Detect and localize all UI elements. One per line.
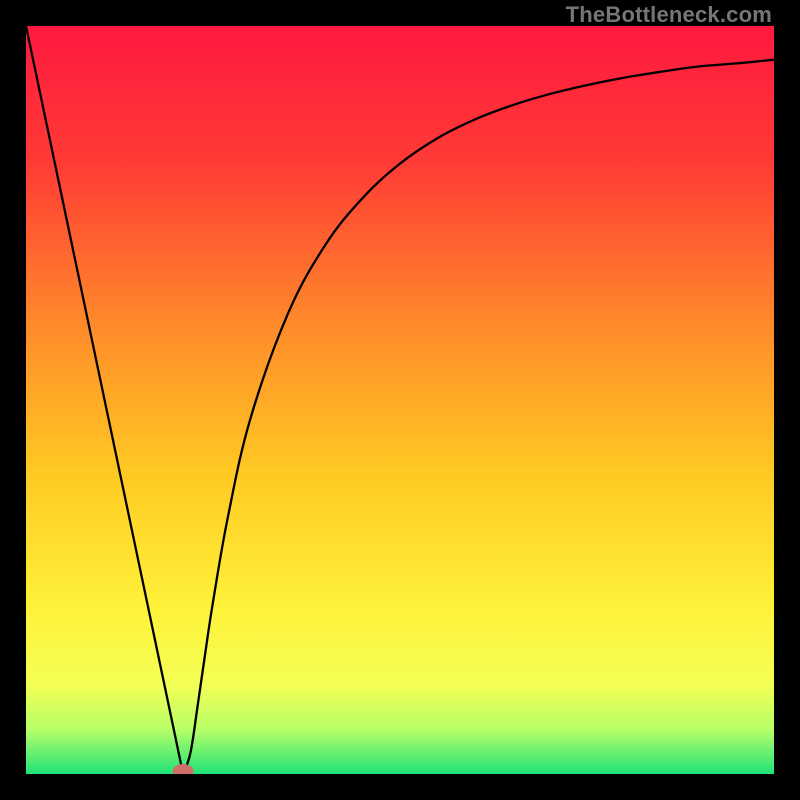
plot-frame: [26, 26, 774, 774]
watermark-text: TheBottleneck.com: [566, 2, 772, 28]
minimum-marker: [173, 765, 193, 775]
gradient-background: [26, 26, 774, 774]
bottleneck-chart: [26, 26, 774, 774]
